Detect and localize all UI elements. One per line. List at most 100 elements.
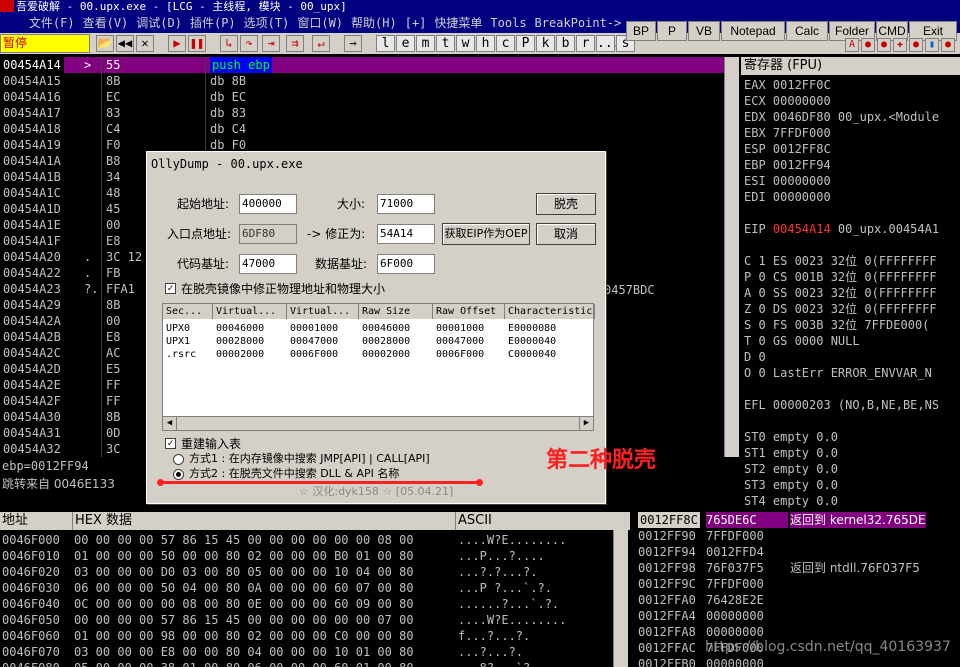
toolbar-letter-button[interactable]: w [456,35,475,52]
open-icon[interactable]: 📂 [96,35,114,52]
rebuild-imports-checkbox[interactable]: ✓ [165,438,176,449]
toolbar-letter-button[interactable]: b [556,35,575,52]
dump-hex[interactable]: 01 00 00 00 98 00 00 80 02 00 00 00 C0 0… [74,628,414,644]
stack-row[interactable]: 0012FF90 7FFDF000 [634,528,960,544]
trace-over-icon[interactable]: ⇉ [286,35,304,52]
plugin-button-bp[interactable]: BP [626,21,656,41]
goto-icon[interactable]: → [344,35,362,52]
dump-hex[interactable]: 06 00 00 00 50 04 00 80 0A 00 00 00 60 0… [74,580,414,596]
get-eip-as-oep-button[interactable]: 获取EIP作为OEP [442,223,530,245]
scroll-left-icon[interactable]: ◀ [163,417,177,430]
toolbar-letter-button[interactable]: h [476,35,495,52]
toolbar-letter-button[interactable]: P [516,35,535,52]
stack-row[interactable]: 0012FF9C 7FFDF000 [634,576,960,592]
register-line[interactable]: EFL 00000203 (NO,B,NE,BE,NS [744,397,939,413]
register-line[interactable]: O 0 LastErr ERROR_ENVVAR_N [744,365,932,381]
plugin-button-p[interactable]: P [657,21,687,41]
section-row[interactable]: UPX0 00046000 00001000 00046000 00001000 E000… [163,322,593,335]
close-icon[interactable]: ✕ [136,35,154,52]
register-line[interactable]: ESP 0012FF8C [744,141,831,157]
stack-row[interactable]: 0012FF8C 765DE6C 返回到 kernel32.765DE [634,512,960,528]
register-line[interactable]: A 0 SS 0023 32位 0(FFFFFFFF [744,285,937,301]
register-line[interactable]: P 0 CS 001B 32位 0(FFFFFFFF [744,269,937,285]
dump-hex[interactable]: 00 00 00 00 57 86 15 45 00 00 00 00 00 0… [74,612,414,628]
dump-scrollbar[interactable] [613,530,628,667]
section-row[interactable]: .rsrc 00002000 0006F000 00002000 0006F000 C00… [163,348,593,361]
plugin-dot-icon[interactable]: ● [941,38,955,52]
disasm-row[interactable]: 00454A18 C4 db C4 [0,121,724,137]
dump-button[interactable]: 脱壳 [536,193,596,215]
plugin-record-icon[interactable]: ● [877,38,891,52]
disasm-row[interactable]: 00454A16 EC db EC [0,89,724,105]
menu-item[interactable]: 文件(F) [29,16,75,30]
register-line[interactable]: ST1 empty 0.0 [744,445,838,461]
register-line[interactable]: Z 0 DS 0023 32位 0(FFFFFFFF [744,301,937,317]
menu-item[interactable]: BreakPoint-> [535,16,622,30]
section-column-header[interactable]: Virtual... [287,304,359,319]
stack-row[interactable]: 0012FFA0 76428E2E [634,592,960,608]
section-column-header[interactable]: Sec... [163,304,213,319]
disasm-row[interactable]: 00454A17 83 db 83 [0,105,724,121]
register-line[interactable]: S 0 FS 003B 32位 7FFDE000( [744,317,929,333]
plugin-button-vb[interactable]: VB [688,21,720,41]
sections-scrollbar[interactable]: ◀ ▶ [163,416,593,430]
restart-icon[interactable]: ◀◀ [116,35,134,52]
menu-item[interactable]: [+] [405,16,427,30]
data-base-field[interactable]: 6F000 [377,254,435,274]
stack-row[interactable]: 0012FF98 76F037F5 返回到 ntdll.76F037F5 [634,560,960,576]
code-base-field[interactable]: 47000 [239,254,297,274]
dump-hex[interactable]: 03 00 00 00 E8 00 00 80 04 00 00 00 10 0… [74,644,414,660]
register-line[interactable]: D 0 [744,349,766,365]
plugin-plus-icon[interactable]: ✚ [893,38,907,52]
menu-item[interactable]: 查看(V) [83,16,129,30]
section-column-header[interactable]: Raw Offset [433,304,505,319]
register-line[interactable]: EDI 00000000 [744,189,831,205]
section-column-header[interactable]: Raw Size [359,304,433,319]
register-line[interactable]: EBP 0012FF94 [744,157,831,173]
scroll-right-icon[interactable]: ▶ [579,417,593,430]
size-field[interactable]: 71000 [377,194,435,214]
sections-list[interactable]: Sec... Virtual... Virtual... Raw Size Raw Of… [162,303,595,431]
plugin-button-notepad[interactable]: Notepad [721,21,785,41]
dump-hex[interactable]: 0C 00 00 00 00 08 00 80 0E 00 00 00 60 0… [74,596,414,612]
step-into-icon[interactable]: ↳ [220,35,238,52]
stack-row[interactable]: 0012FFB0 00000000 [634,656,960,667]
register-line[interactable]: C 1 ES 0023 32位 0(FFFFFFFF [744,253,937,269]
execute-till-return-icon[interactable]: ↵ [312,35,330,52]
plugin-button-calc[interactable]: Calc [786,21,828,41]
trace-into-icon[interactable]: ⇥ [262,35,280,52]
toolbar-letter-button[interactable]: e [396,35,415,52]
register-line[interactable]: T 0 GS 0000 NULL [744,333,860,349]
dump-hex[interactable]: 00 00 00 00 57 86 15 45 00 00 00 00 00 0… [74,532,414,548]
plugin-stop-icon[interactable]: ● [861,38,875,52]
toolbar-letter-button[interactable]: c [496,35,515,52]
cancel-button[interactable]: 取消 [536,223,596,245]
register-line[interactable]: ST0 empty 0.0 [744,429,838,445]
method2-radio[interactable] [173,469,184,480]
register-line[interactable]: ESI 00000000 [744,173,831,189]
toolbar-letter-button[interactable]: l [376,35,395,52]
menu-item[interactable]: 窗口(W) [297,16,343,30]
toolbar-letter-button[interactable]: t [436,35,455,52]
plugin-bar-icon[interactable]: ▮ [925,38,939,52]
plugin-flag-icon[interactable]: ● [909,38,923,52]
register-line[interactable]: ST2 empty 0.0 [744,461,838,477]
dump-hex[interactable]: 05 00 00 00 38 01 00 80 06 00 00 00 60 0… [74,660,414,667]
stack-row[interactable]: 0012FF94 0012FFD4 [634,544,960,560]
section-column-header[interactable]: Characteristic [505,304,595,319]
stack-row[interactable]: 0012FFA4 00000000 [634,608,960,624]
step-over-icon[interactable]: ↷ [240,35,258,52]
register-line[interactable]: EIP 00454A14 00_upx.00454A1 [744,221,939,237]
menu-item[interactable]: 帮助(H) [351,16,397,30]
menu-item[interactable]: 插件(P) [190,16,236,30]
section-row[interactable]: UPX1 00028000 00047000 00028000 00047000 E000… [163,335,593,348]
toolbar-letter-button[interactable]: m [416,35,435,52]
modify-to-field[interactable]: 54A14 [377,224,435,244]
section-column-header[interactable]: Virtual... [213,304,287,319]
fix-raw-checkbox[interactable]: ✓ [165,283,176,294]
disassembly-scrollbar[interactable] [724,57,739,457]
disasm-row[interactable]: 00454A14 >55 push ebp [0,57,724,73]
method1-radio[interactable] [173,454,184,465]
register-line[interactable]: ECX 00000000 [744,93,831,109]
register-line[interactable]: EAX 0012FF0C [744,77,831,93]
